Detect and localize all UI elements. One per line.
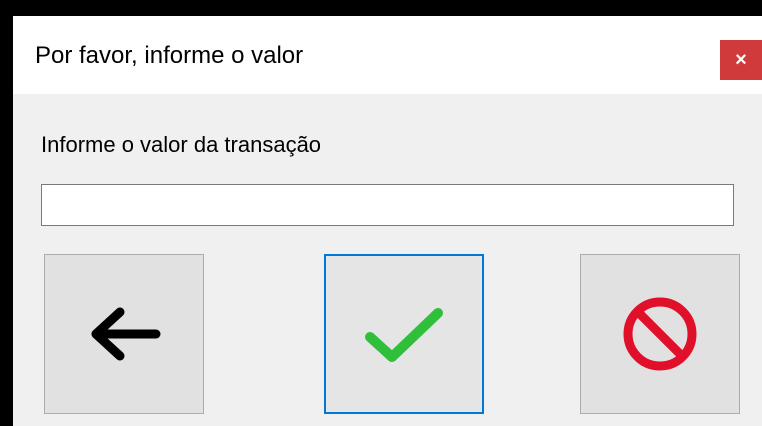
close-button[interactable]: ×: [720, 40, 762, 80]
prompt-label: Informe o valor da transação: [41, 132, 322, 157]
dialog-window: Por favor, informe o valor × Informe o v…: [13, 16, 762, 426]
title-bar: Por favor, informe o valor ×: [13, 16, 762, 94]
cancel-button[interactable]: [580, 254, 740, 414]
dialog-body: Informe o valor da transação: [13, 94, 762, 426]
confirm-button[interactable]: [324, 254, 484, 414]
dialog-title: Por favor, informe o valor: [35, 42, 304, 69]
prohibited-icon: [623, 297, 697, 371]
checkmark-icon: [365, 308, 443, 362]
back-button[interactable]: [44, 254, 204, 414]
screen-frame: Por favor, informe o valor × Informe o v…: [0, 0, 762, 426]
value-input[interactable]: [41, 184, 734, 226]
close-icon: ×: [735, 49, 747, 71]
arrow-left-icon: [91, 307, 161, 361]
